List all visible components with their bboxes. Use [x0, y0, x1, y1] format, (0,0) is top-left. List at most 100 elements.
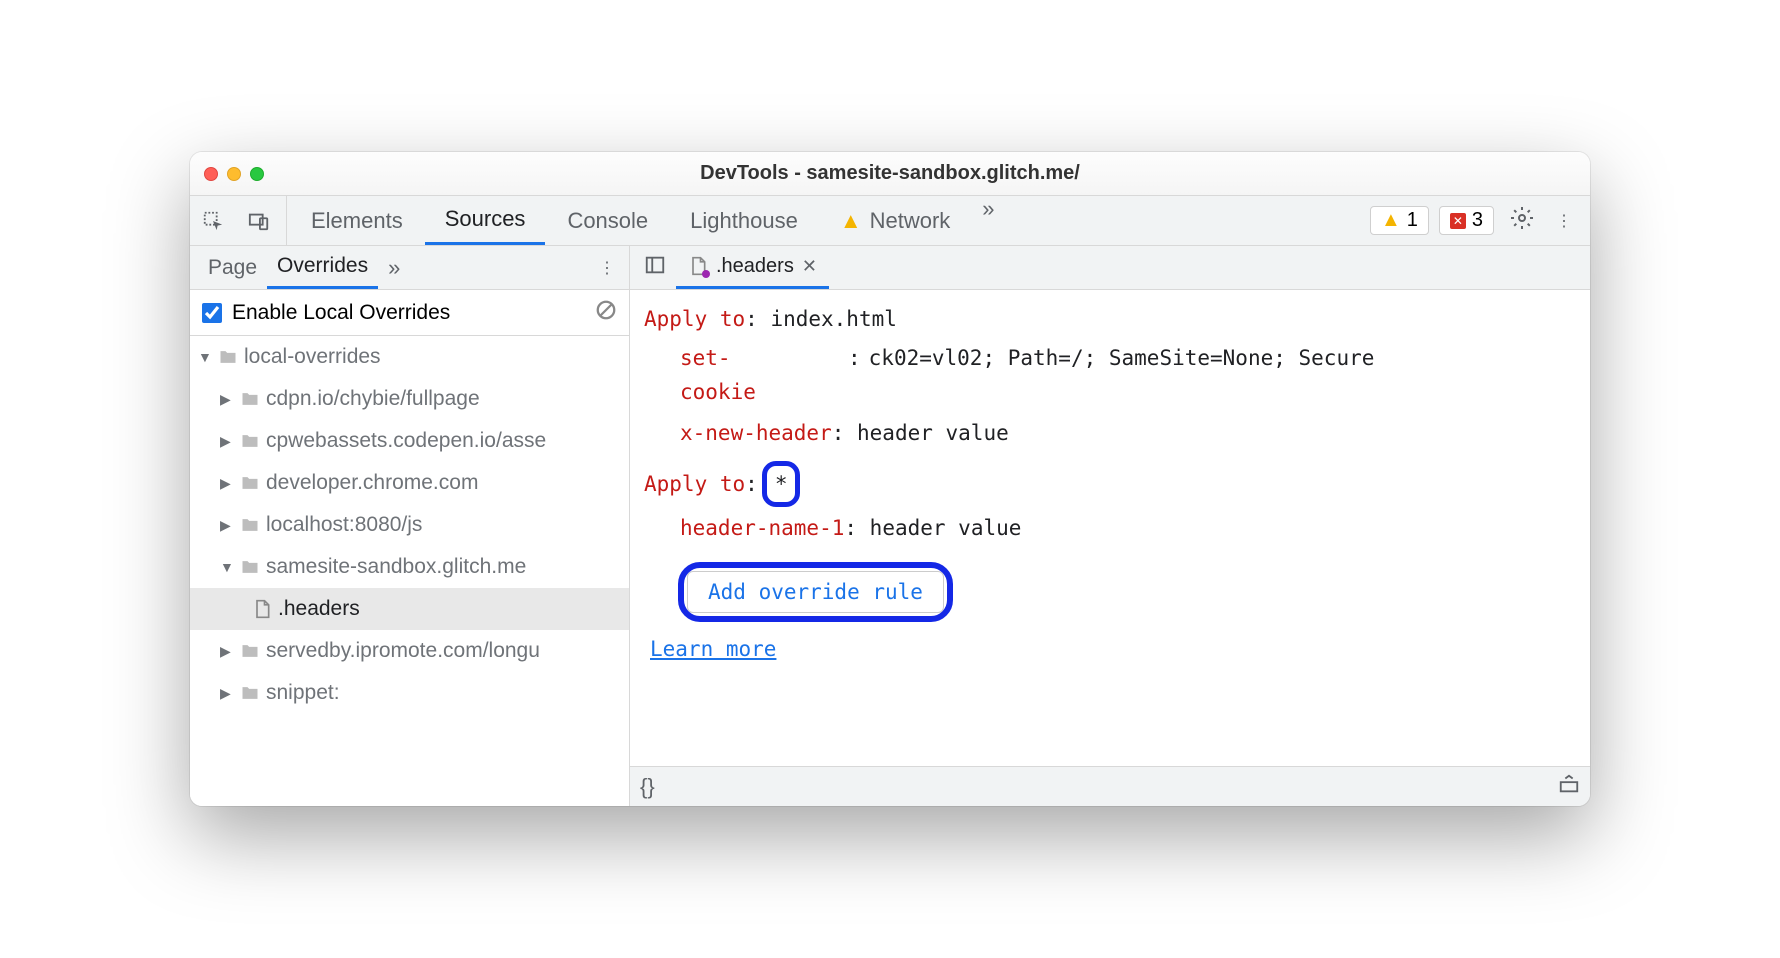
apply-to-target[interactable]: * [775, 472, 788, 496]
tab-network-label: Network [870, 208, 951, 234]
tree-folder[interactable]: ▶ localhost:8080/js [190, 504, 629, 546]
tree-folder-label: cdpn.io/chybie/fullpage [266, 387, 480, 411]
editor-tab-label: .headers [716, 255, 794, 278]
tree-folder-label: localhost:8080/js [266, 513, 422, 537]
file-tree: ▼ local-overrides ▶ cdpn.io/chybie/fullp… [190, 336, 629, 806]
headers-editor: Apply to: index.html set- cookie : ck02=… [630, 290, 1590, 766]
modified-dot-icon [702, 270, 710, 278]
editor-tab-headers[interactable]: .headers ✕ [676, 246, 829, 289]
warnings-count: 1 [1407, 209, 1418, 232]
file-icon [688, 256, 708, 276]
chevron-right-icon: ▶ [220, 517, 234, 534]
device-toggle-icon[interactable] [236, 210, 282, 232]
tree-file-selected[interactable]: .headers [190, 588, 629, 630]
editor-tabstrip: .headers ✕ [630, 246, 1590, 290]
header-value[interactable]: ck02=vl02; Path=/; SameSite=None; Secure [869, 341, 1576, 410]
add-override-rule-button[interactable]: Add override rule [687, 571, 944, 613]
file-icon [252, 599, 272, 619]
tab-elements[interactable]: Elements [291, 196, 423, 245]
tree-folder[interactable]: ▶ snippet: [190, 672, 629, 714]
folder-icon [218, 347, 238, 367]
tree-folder[interactable]: ▶ servedby.ipromote.com/longu [190, 630, 629, 672]
folder-icon [240, 515, 260, 535]
errors-badge[interactable]: ✕ 3 [1439, 206, 1494, 235]
toggle-navigator-icon[interactable] [638, 254, 672, 281]
apply-to-row: Apply to: index.html [644, 302, 1576, 337]
warning-triangle-icon: ▲ [1381, 209, 1401, 232]
header-name[interactable]: set- cookie [680, 341, 840, 410]
tab-network[interactable]: ▲ Network [820, 196, 970, 245]
enable-overrides-label: Enable Local Overrides [232, 301, 450, 325]
folder-icon [240, 557, 260, 577]
tree-folder[interactable]: ▶ cdpn.io/chybie/fullpage [190, 378, 629, 420]
main-toolbar: Elements Sources Console Lighthouse ▲ Ne… [190, 196, 1590, 246]
warnings-badge[interactable]: ▲ 1 [1370, 206, 1429, 235]
tree-folder[interactable]: ▶ cpwebassets.codepen.io/asse [190, 420, 629, 462]
chevron-down-icon: ▼ [198, 349, 212, 365]
header-entry[interactable]: set- cookie : ck02=vl02; Path=/; SameSit… [680, 341, 1576, 410]
more-tabs-icon[interactable]: » [972, 196, 1004, 245]
folder-icon [240, 389, 260, 409]
chevron-right-icon: ▶ [220, 391, 234, 408]
sidebar-tabs: Page Overrides » ⋮ [190, 246, 629, 290]
folder-icon [240, 641, 260, 661]
tree-folder-label: developer.chrome.com [266, 471, 478, 495]
highlight-ring: * [762, 461, 801, 508]
tab-sources[interactable]: Sources [425, 196, 546, 245]
header-entry[interactable]: header-name-1: header value [680, 511, 1576, 546]
settings-icon[interactable] [1504, 206, 1540, 235]
learn-more-link[interactable]: Learn more [650, 637, 776, 661]
sidebar-tab-overrides[interactable]: Overrides [267, 246, 378, 289]
tree-folder-label: snippet: [266, 681, 340, 705]
header-name[interactable]: header-name-1 [680, 516, 844, 540]
clear-overrides-icon[interactable] [595, 299, 617, 327]
errors-count: 3 [1472, 209, 1483, 232]
error-square-icon: ✕ [1450, 213, 1466, 229]
devtools-window: DevTools - samesite-sandbox.glitch.me/ E… [190, 152, 1590, 806]
editor-panel: .headers ✕ Apply to: index.html set- coo… [630, 246, 1590, 806]
window-title: DevTools - samesite-sandbox.glitch.me/ [190, 162, 1590, 185]
tree-folder-label: samesite-sandbox.glitch.me [266, 555, 526, 579]
folder-icon [240, 683, 260, 703]
sidebar-more-tabs-icon[interactable]: » [378, 255, 410, 281]
drawer-toggle-icon[interactable] [1558, 773, 1580, 801]
sidebar-kebab-icon[interactable]: ⋮ [593, 258, 621, 278]
tree-folder-expanded[interactable]: ▼ samesite-sandbox.glitch.me [190, 546, 629, 588]
apply-to-target[interactable]: index.html [770, 307, 896, 331]
folder-icon [240, 431, 260, 451]
chevron-right-icon: ▶ [220, 643, 234, 660]
tree-folder-label: servedby.ipromote.com/longu [266, 639, 540, 663]
inspect-icon[interactable] [190, 210, 236, 232]
header-name[interactable]: x-new-header [680, 421, 832, 445]
header-value[interactable]: header value [870, 516, 1022, 540]
chevron-down-icon: ▼ [220, 559, 234, 575]
tab-lighthouse[interactable]: Lighthouse [670, 196, 818, 245]
header-entry[interactable]: x-new-header: header value [680, 416, 1576, 451]
chevron-right-icon: ▶ [220, 685, 234, 702]
apply-to-keyword: Apply to [644, 307, 745, 331]
chevron-right-icon: ▶ [220, 475, 234, 492]
tree-file-label: .headers [278, 597, 360, 621]
folder-icon [240, 473, 260, 493]
chevron-right-icon: ▶ [220, 433, 234, 450]
apply-to-row: Apply to:* [644, 461, 1576, 508]
header-value[interactable]: header value [857, 421, 1009, 445]
tree-folder-label: cpwebassets.codepen.io/asse [266, 429, 546, 453]
apply-to-keyword: Apply to [644, 472, 745, 496]
kebab-menu-icon[interactable]: ⋮ [1550, 211, 1578, 231]
sidebar-tab-page[interactable]: Page [198, 246, 267, 289]
titlebar: DevTools - samesite-sandbox.glitch.me/ [190, 152, 1590, 196]
sources-sidebar: Page Overrides » ⋮ Enable Local Override… [190, 246, 630, 806]
warning-icon: ▲ [840, 208, 862, 234]
close-tab-icon[interactable]: ✕ [802, 256, 817, 277]
tree-root[interactable]: ▼ local-overrides [190, 336, 629, 378]
learn-more-row: Learn more [650, 632, 1576, 667]
braces-icon[interactable]: {} [640, 774, 655, 800]
tree-folder[interactable]: ▶ developer.chrome.com [190, 462, 629, 504]
tab-console[interactable]: Console [547, 196, 668, 245]
editor-footer: {} [630, 766, 1590, 806]
enable-overrides-row: Enable Local Overrides [190, 290, 629, 336]
enable-overrides-checkbox[interactable] [202, 303, 222, 323]
tree-root-label: local-overrides [244, 345, 381, 369]
panel-tabs: Elements Sources Console Lighthouse ▲ Ne… [291, 196, 1005, 245]
